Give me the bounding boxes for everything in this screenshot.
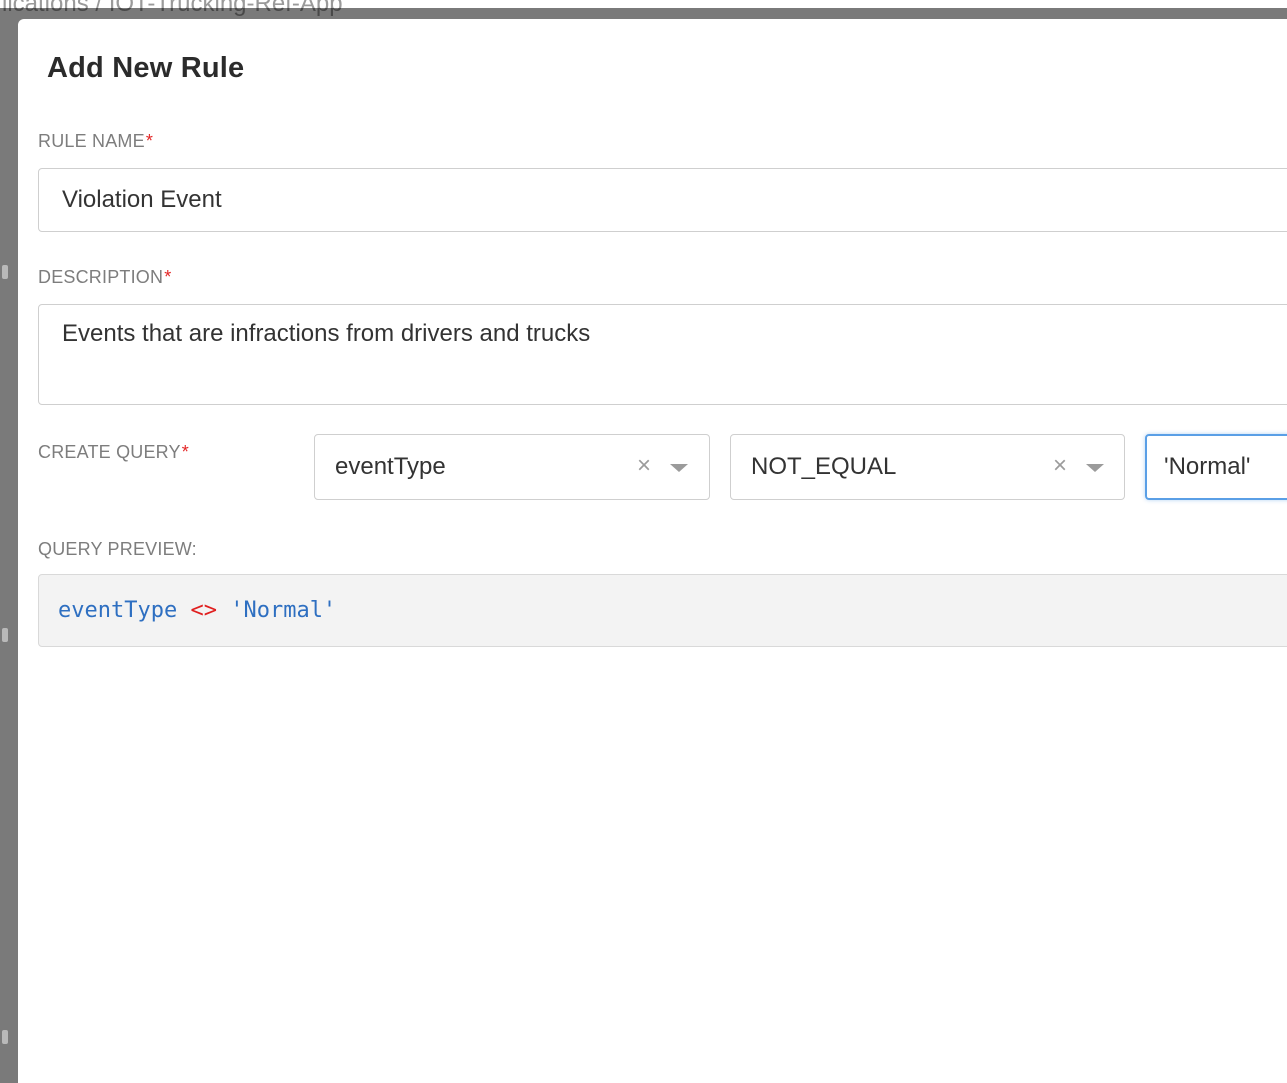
clear-icon[interactable]: × (633, 453, 655, 479)
chevron-down-icon[interactable] (1086, 464, 1104, 472)
rule-name-label-text: RULE NAME (38, 131, 145, 151)
rule-name-label: RULE NAME* (38, 131, 153, 152)
modal-title: Add New Rule (47, 52, 245, 84)
required-asterisk: * (164, 267, 172, 287)
query-field-select[interactable]: eventType × (314, 434, 710, 500)
chevron-down-icon[interactable] (670, 464, 688, 472)
query-operator-select[interactable]: NOT_EQUAL × (730, 434, 1125, 500)
preview-operator-token: <> (190, 598, 217, 623)
description-label-text: DESCRIPTION (38, 267, 164, 287)
background-fragment (2, 1030, 8, 1044)
query-operator-value: NOT_EQUAL (751, 453, 897, 480)
query-value-input[interactable]: 'Normal' (1145, 434, 1287, 500)
create-query-label-text: CREATE QUERY (38, 442, 181, 462)
required-asterisk: * (181, 442, 189, 462)
description-textarea[interactable]: Events that are infractions from drivers… (38, 304, 1287, 405)
preview-value-token: 'Normal' (230, 598, 337, 623)
add-rule-modal: Add New Rule RULE NAME* Violation Event … (18, 19, 1287, 1083)
clear-icon[interactable]: × (1049, 453, 1071, 479)
query-preview-box: eventType <> 'Normal' (38, 574, 1287, 647)
background-fragment (2, 628, 8, 642)
background-fragment (2, 265, 8, 279)
preview-field-token: eventType (58, 598, 178, 623)
required-asterisk: * (145, 131, 154, 151)
create-query-label: CREATE QUERY* (38, 442, 189, 463)
rule-name-input[interactable]: Violation Event (38, 168, 1287, 232)
description-label: DESCRIPTION* (38, 267, 171, 288)
query-field-value: eventType (335, 453, 446, 480)
query-preview-label: QUERY PREVIEW: (38, 539, 197, 559)
